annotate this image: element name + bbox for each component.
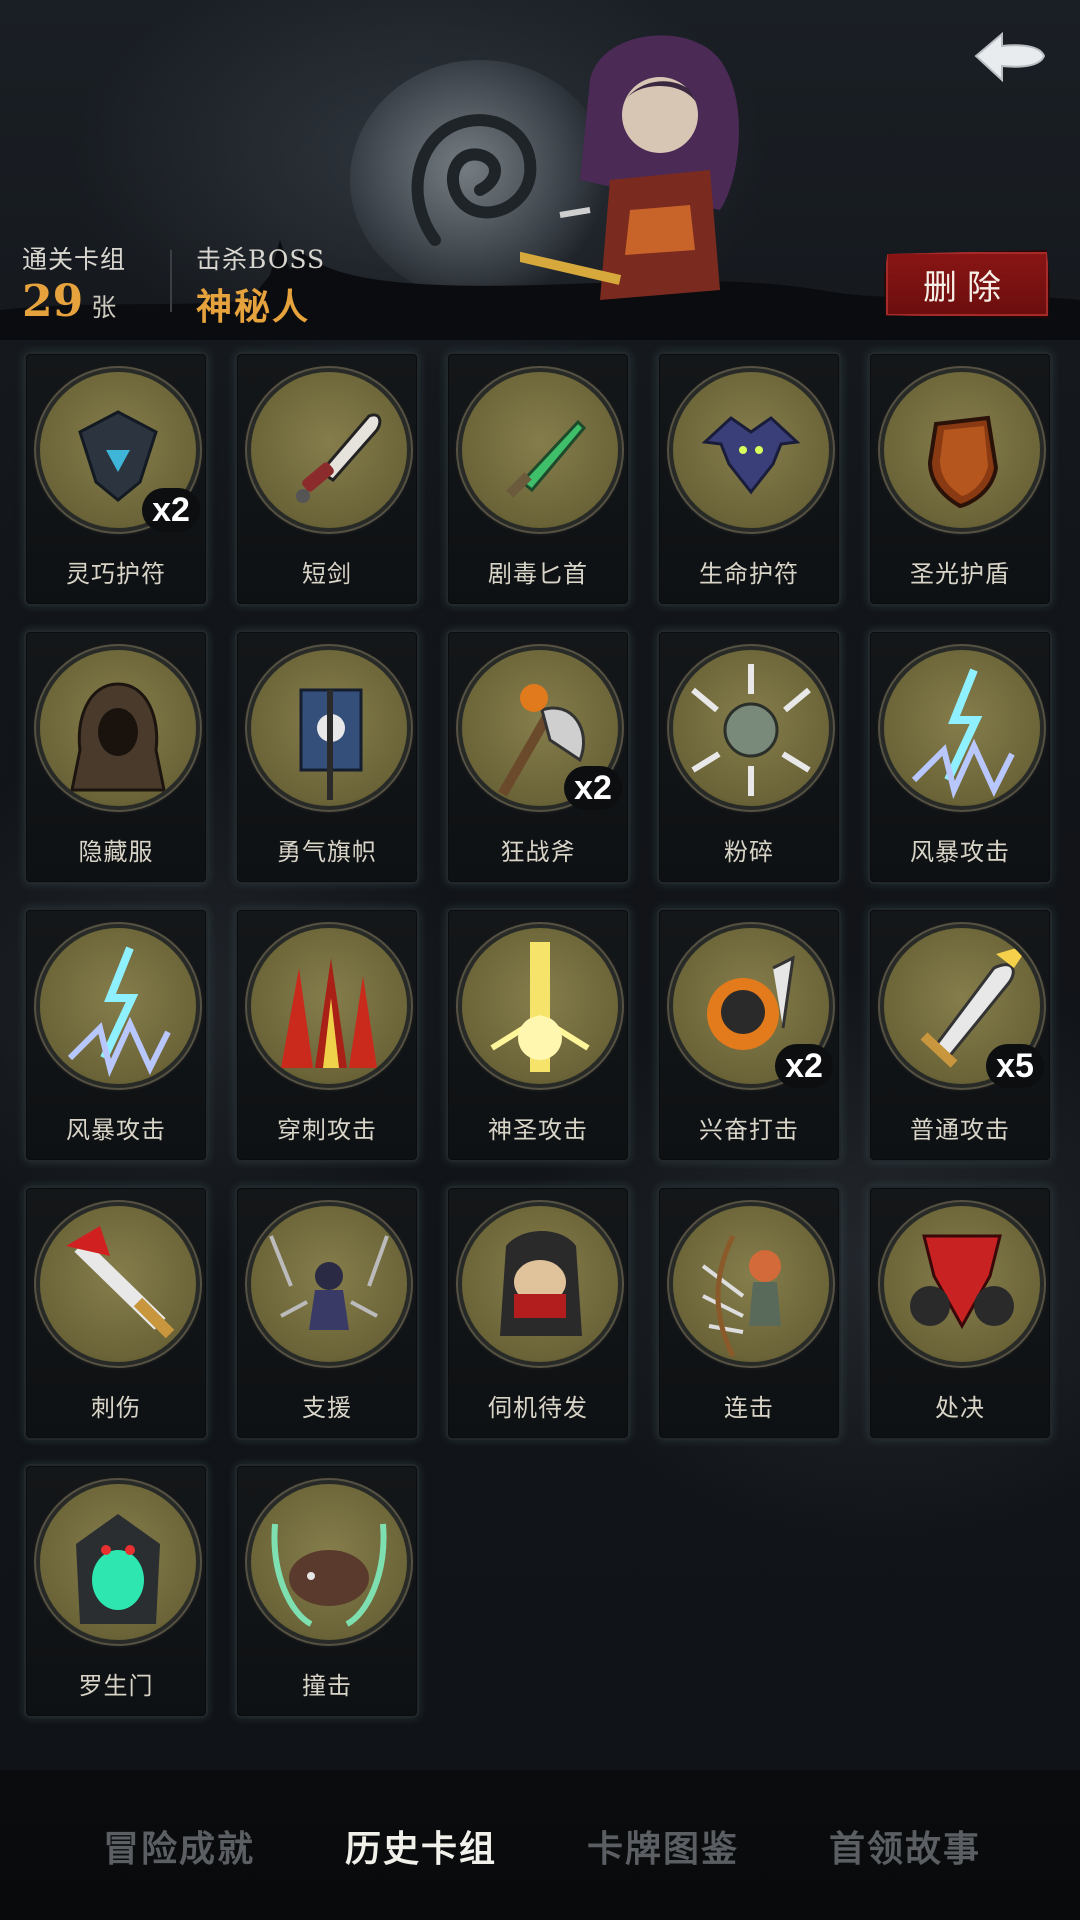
deck-card[interactable]: 勇气旗帜 <box>235 630 419 884</box>
deck-card[interactable]: 神圣攻击 <box>446 908 630 1162</box>
clear-deck-label: 通关卡组 <box>22 240 126 276</box>
execute-icon <box>884 1206 1040 1362</box>
deck-card[interactable]: x2 灵巧护符 <box>24 352 208 606</box>
stab-icon <box>40 1206 196 1362</box>
card-name: 刺伤 <box>91 1394 141 1422</box>
card-name: 神圣攻击 <box>488 1116 588 1144</box>
bat-amulet-icon <box>673 372 829 528</box>
tab-adventure-achievements[interactable]: 冒险成就 <box>64 1810 294 1882</box>
card-name: 处决 <box>935 1394 985 1422</box>
holy-strike-icon <box>462 928 618 1084</box>
deck-card[interactable]: 短剑 <box>235 352 419 606</box>
deck-card[interactable]: 处决 <box>868 1186 1052 1440</box>
poison-dagger-icon <box>462 372 618 528</box>
deck-header: 通关卡组 29 张 击杀BOSS 神秘人 删除 <box>0 0 1080 340</box>
deck-card[interactable]: 撞击 <box>235 1464 419 1718</box>
deck-card[interactable]: x2 兴奋打击 <box>657 908 841 1162</box>
clear-deck-unit: 张 <box>91 293 117 322</box>
clear-deck-number: 29 <box>22 276 84 327</box>
short-sword-icon <box>251 372 407 528</box>
card-name: 伺机待发 <box>488 1394 588 1422</box>
deck-card[interactable]: 剧毒匕首 <box>446 352 630 606</box>
card-count-badge: x5 <box>986 1044 1044 1088</box>
card-name: 生命护符 <box>699 560 799 588</box>
clear-deck-count: 29 张 <box>22 276 116 327</box>
clear-deck-label-text: 通关卡组 <box>22 245 127 274</box>
deck-card[interactable]: 粉碎 <box>657 630 841 884</box>
shatter-icon <box>673 650 829 806</box>
card-name: 隐藏服 <box>78 838 154 866</box>
storm-strike-icon <box>884 650 1040 806</box>
tab-card-collection[interactable]: 卡牌图鉴 <box>548 1810 778 1882</box>
deck-card[interactable]: x5 普通攻击 <box>868 908 1052 1162</box>
bottom-tab-bar: 冒险成就 历史卡组 卡牌图鉴 首领故事 <box>0 1770 1080 1920</box>
boss-name: 神秘人 <box>196 286 311 328</box>
deck-card[interactable]: 隐藏服 <box>24 630 208 884</box>
card-name: 兴奋打击 <box>699 1116 799 1144</box>
deck-card[interactable]: 刺伤 <box>24 1186 208 1440</box>
deck-card[interactable]: 风暴攻击 <box>24 908 208 1162</box>
deck-card[interactable]: 罗生门 <box>24 1464 208 1718</box>
card-name: 粉碎 <box>724 838 774 866</box>
card-name: 灵巧护符 <box>66 560 166 588</box>
storm-strike-icon <box>40 928 196 1084</box>
card-name: 狂战斧 <box>500 838 576 866</box>
hero-portrait <box>520 35 739 300</box>
card-name: 普通攻击 <box>910 1116 1010 1144</box>
card-name: 支援 <box>302 1394 352 1422</box>
ambush-icon <box>462 1206 618 1362</box>
courage-banner-icon <box>251 650 407 806</box>
holy-shield-icon <box>884 372 1040 528</box>
card-name: 短剑 <box>302 560 352 588</box>
tab-boss-stories[interactable]: 首领故事 <box>790 1810 1020 1882</box>
card-name: 风暴攻击 <box>910 838 1010 866</box>
deck-card[interactable]: 支援 <box>235 1186 419 1440</box>
boss-label: 击杀BOSS <box>196 245 326 274</box>
back-arrow-icon[interactable] <box>972 26 1048 90</box>
support-icon <box>251 1206 407 1362</box>
demon-gate-icon <box>40 1484 196 1640</box>
header-divider <box>170 250 172 312</box>
card-name: 连击 <box>724 1394 774 1422</box>
card-name: 罗生门 <box>78 1672 154 1700</box>
deck-card[interactable]: 连击 <box>657 1186 841 1440</box>
deck-card[interactable]: 风暴攻击 <box>868 630 1052 884</box>
card-name: 风暴攻击 <box>66 1116 166 1144</box>
card-name: 勇气旗帜 <box>277 838 377 866</box>
pierce-strike-icon <box>251 928 407 1084</box>
delete-button[interactable]: 删除 <box>884 250 1050 318</box>
card-name: 穿刺攻击 <box>277 1116 377 1144</box>
card-count-badge: x2 <box>564 766 622 810</box>
card-name: 剧毒匕首 <box>488 560 588 588</box>
deck-card[interactable]: 圣光护盾 <box>868 352 1052 606</box>
tab-deck-history[interactable]: 历史卡组 <box>306 1810 536 1882</box>
deck-card[interactable]: 穿刺攻击 <box>235 908 419 1162</box>
card-count-badge: x2 <box>142 488 200 532</box>
deck-card[interactable]: x2 狂战斧 <box>446 630 630 884</box>
deck-card[interactable]: 伺机待发 <box>446 1186 630 1440</box>
hooded-cloak-icon <box>40 650 196 806</box>
charge-icon <box>251 1484 407 1640</box>
combo-icon <box>673 1206 829 1362</box>
card-name: 撞击 <box>302 1672 352 1700</box>
card-count-badge: x2 <box>775 1044 833 1088</box>
card-name: 圣光护盾 <box>910 560 1010 588</box>
deck-card[interactable]: 生命护符 <box>657 352 841 606</box>
